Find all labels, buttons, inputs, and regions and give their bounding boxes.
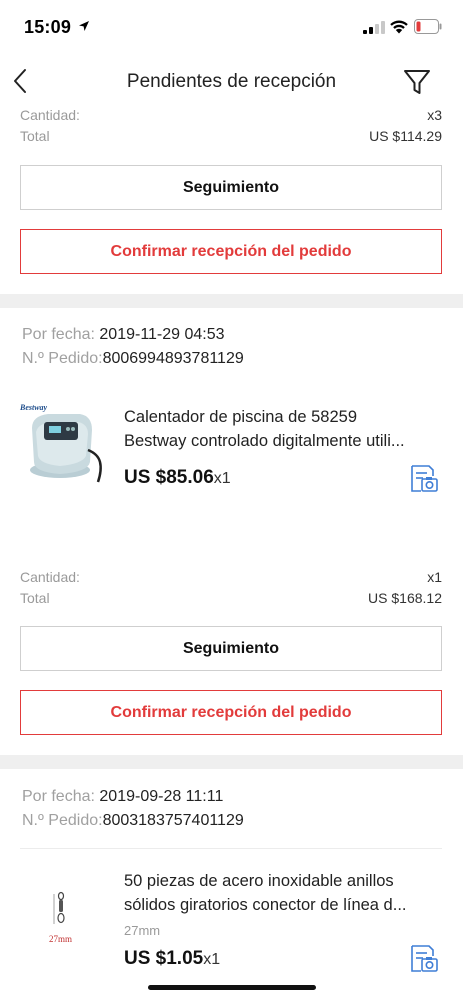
quantity-label: Cantidad:	[20, 569, 80, 585]
order-quantity-row: Cantidad: x1	[20, 569, 442, 587]
order-number-value: 8006994893781129	[102, 350, 244, 367]
product-price-value: US $1.05	[124, 948, 204, 969]
product-title-line2: sólidos giratorios conector de línea d..…	[124, 896, 407, 914]
product-quantity: x1	[203, 951, 221, 968]
product-title[interactable]: Calentador de piscina de 58259 Bestway c…	[124, 405, 442, 453]
brand-logo-text: Bestway	[19, 403, 48, 412]
confirm-receipt-button[interactable]: Confirmar recepción del pedido	[20, 229, 442, 274]
product-price: US $85.06x1	[124, 467, 231, 489]
separator-line	[20, 848, 442, 849]
order-date-label: Por fecha:	[22, 788, 95, 805]
home-indicator[interactable]	[148, 985, 316, 990]
status-time: 15:09	[24, 17, 72, 37]
product-price: US $1.05x1	[124, 948, 220, 970]
order-number-label: N.º Pedido:	[22, 350, 103, 367]
quantity-value: x3	[427, 107, 442, 123]
photo-review-icon[interactable]	[409, 944, 439, 974]
order-date: Por fecha: 2019-11-29 04:53	[22, 326, 225, 348]
nav-bar: Pendientes de recepción	[0, 54, 463, 108]
filter-funnel-icon[interactable]	[401, 66, 433, 98]
tracking-button[interactable]: Seguimiento	[20, 626, 442, 671]
quantity-value: x1	[427, 569, 442, 585]
product-variant: 27mm	[124, 923, 161, 938]
total-label: Total	[20, 590, 50, 606]
total-label: Total	[20, 128, 50, 144]
wifi-icon	[390, 20, 408, 34]
order-date-label: Por fecha:	[22, 326, 95, 343]
product-thumbnail-pool-heater[interactable]: Bestway	[18, 398, 104, 484]
location-arrow-icon	[79, 21, 89, 31]
product-title-line1: Calentador de piscina de 58259	[124, 408, 358, 426]
product-quantity: x1	[213, 470, 231, 487]
order-date-value: 2019-09-28 11:11	[99, 788, 224, 805]
product-price-value: US $85.06	[124, 467, 214, 488]
total-value: US $114.29	[369, 128, 442, 144]
order-number-label: N.º Pedido:	[22, 812, 103, 829]
order-date-value: 2019-11-29 04:53	[99, 326, 225, 343]
section-divider	[0, 755, 463, 769]
cellular-signal-icon	[363, 21, 385, 34]
confirm-receipt-button[interactable]: Confirmar recepción del pedido	[20, 690, 442, 735]
product-thumbnail-swivel-rings[interactable]: 27mm	[18, 866, 104, 952]
order-number: N.º Pedido:8006994893781129	[22, 350, 244, 372]
total-value: US $168.12	[368, 590, 442, 606]
section-divider	[0, 294, 463, 308]
quantity-label: Cantidad:	[20, 107, 80, 123]
battery-low-icon	[414, 19, 442, 34]
order-number-value: 8003183757401129	[102, 812, 244, 829]
order-number: N.º Pedido:8003183757401129	[22, 812, 244, 834]
tracking-button[interactable]: Seguimiento	[20, 165, 442, 210]
order-quantity-row: Cantidad: x3	[20, 107, 442, 125]
product-title-line1: 50 piezas de acero inoxidable anillos	[124, 872, 394, 890]
product-title-line2: Bestway controlado digitalmente utili...	[124, 432, 405, 450]
order-total-row: Total US $168.12	[20, 590, 442, 608]
status-bar: 15:09	[0, 0, 463, 54]
thumbnail-size-text: 27mm	[49, 934, 72, 944]
order-total-row: Total US $114.29	[20, 128, 442, 146]
order-date: Por fecha: 2019-09-28 11:11	[22, 788, 223, 810]
page-title: Pendientes de recepción	[126, 71, 337, 92]
product-title[interactable]: 50 piezas de acero inoxidable anillos só…	[124, 869, 442, 917]
photo-review-icon[interactable]	[409, 464, 439, 494]
